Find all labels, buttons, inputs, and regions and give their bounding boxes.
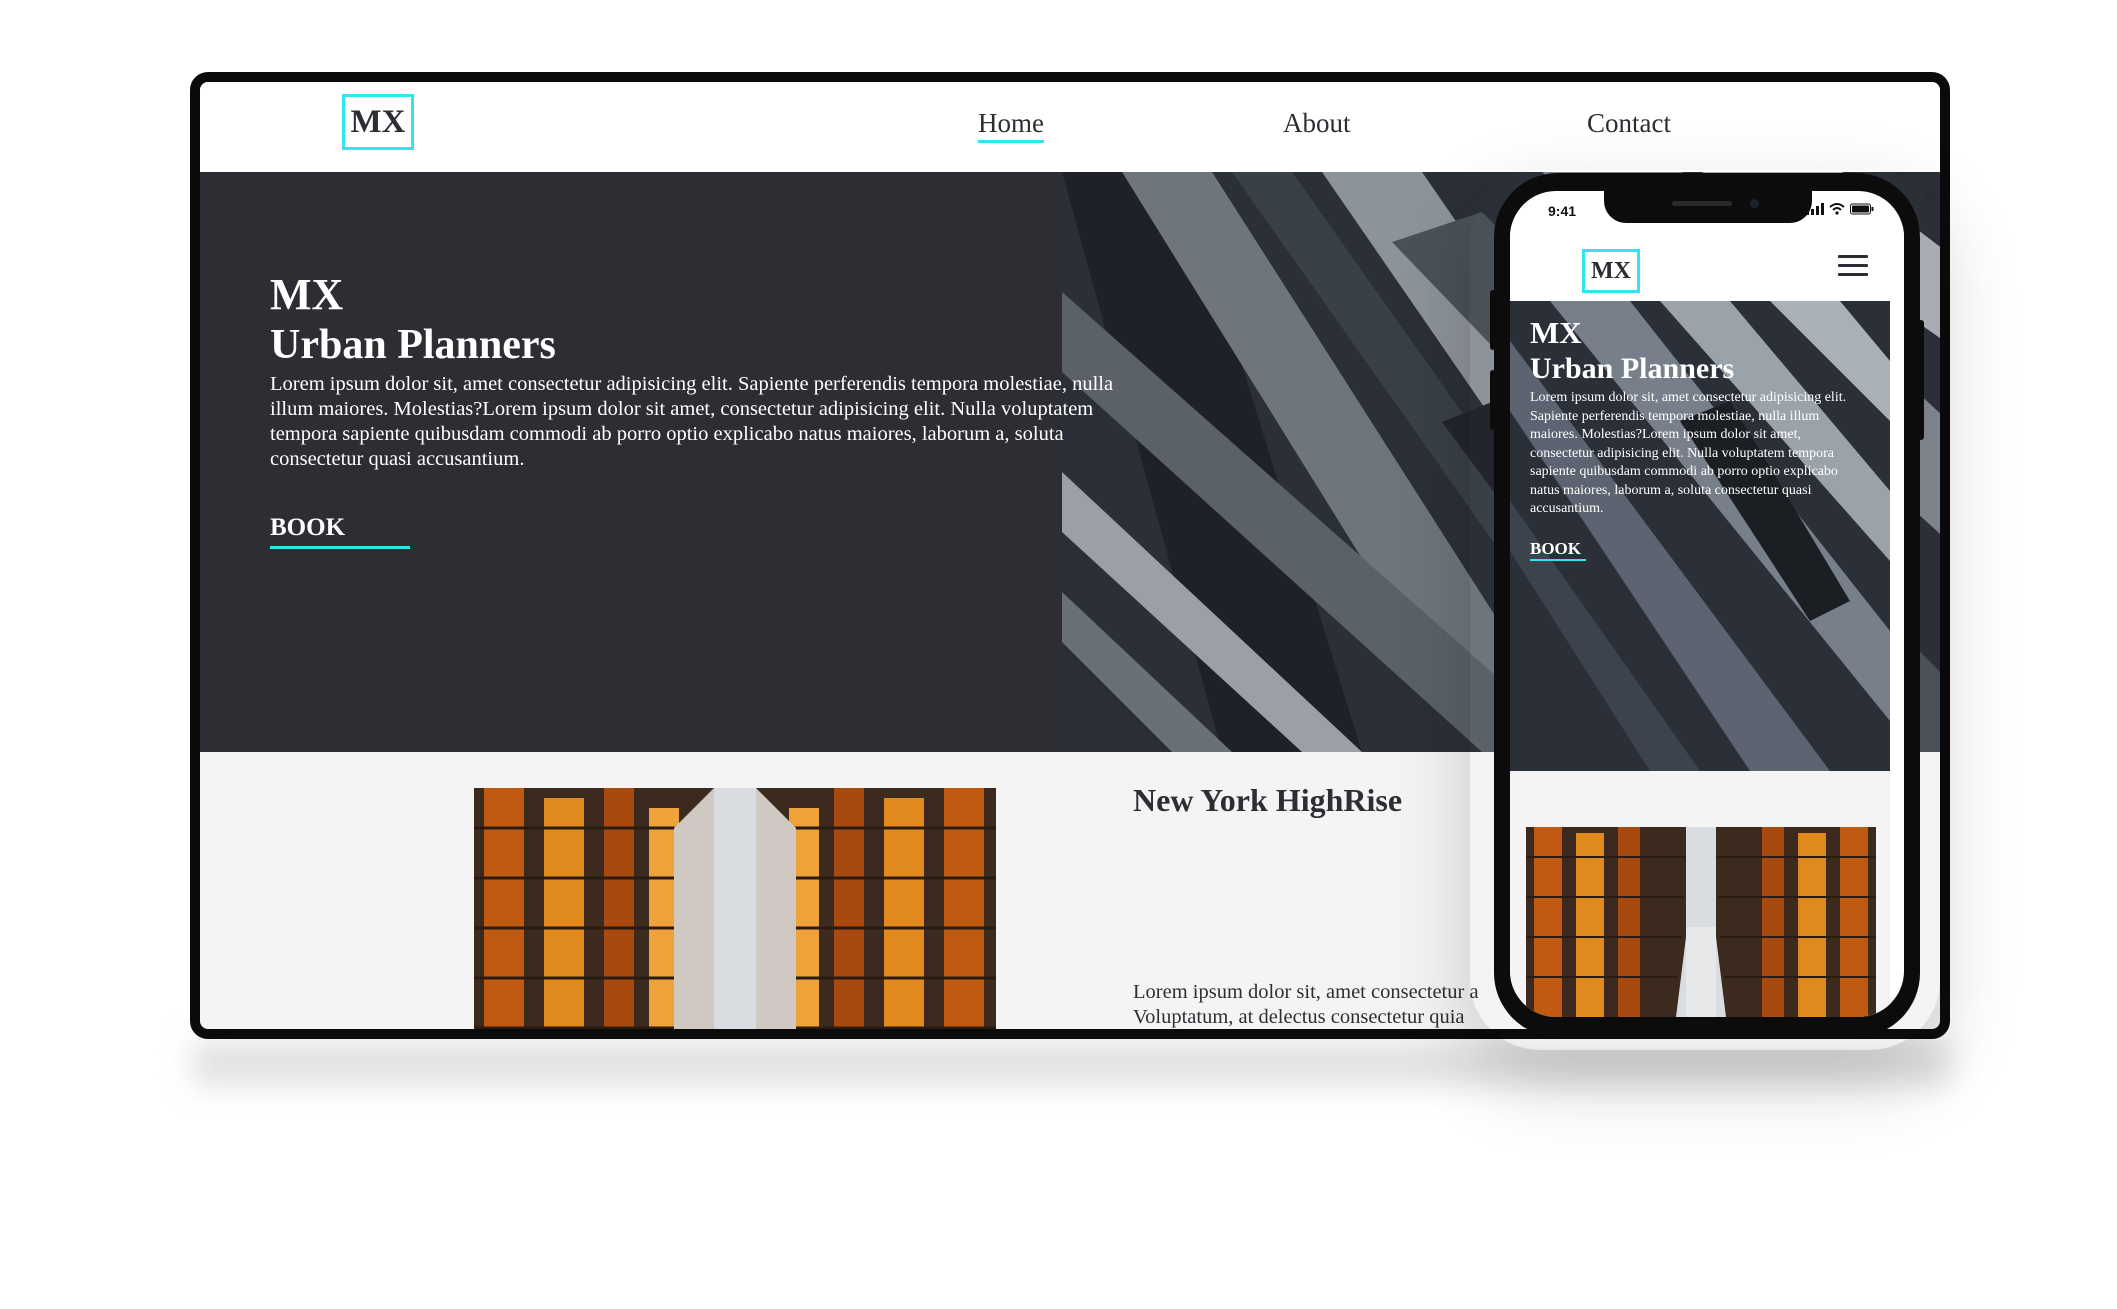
hero-paragraph: Lorem ipsum dolor sit, amet consectetur …	[270, 372, 1190, 472]
hero-title: Urban Planners	[270, 322, 556, 368]
phone-screen: MX 9:41 MX Urban Planners Lorem ipsum do…	[1510, 191, 1904, 1017]
phone-hero-paragraph-line: accusantium.	[1530, 501, 1604, 516]
speaker-icon	[1672, 201, 1732, 206]
phone-hero-paragraph-line: Lorem ipsum dolor sit, amet consectetur …	[1530, 390, 1847, 405]
phone-book-button[interactable]: BOOK	[1530, 539, 1586, 561]
phone-notch	[1604, 191, 1812, 223]
nav-home-link[interactable]: Home	[978, 108, 1044, 143]
status-time: 9:41	[1548, 203, 1577, 219]
hero-paragraph-line: illum maiores. Molestias?Lorem ipsum dol…	[270, 398, 1094, 420]
phone-hero-brand: MX	[1530, 315, 1582, 350]
phone-hero-paragraph-line: Sapiente perferendis tempora molestiae, …	[1530, 408, 1820, 424]
card-text-line: Lorem ipsum dolor sit, amet consectetur …	[1133, 981, 1479, 1003]
phone-hero-paragraph-line: natus maiores, laborum a, soluta consect…	[1530, 482, 1812, 498]
hamburger-icon[interactable]	[1838, 255, 1868, 281]
phone-hero-paragraph-line: sapiente quibusdam commodi ab porro opti…	[1530, 464, 1838, 479]
wifi-icon	[1829, 203, 1845, 215]
card-text-line: Voluptatum, at delectus consectetur quia	[1133, 1006, 1465, 1028]
phone-hero-text: MX Urban Planners Lorem ipsum dolor sit,…	[1530, 315, 1890, 519]
book-button[interactable]: BOOK	[270, 514, 410, 549]
nav-about-link[interactable]: About	[1283, 108, 1351, 139]
status-icons	[1806, 203, 1874, 215]
desktop-logo[interactable]: MX	[342, 94, 414, 150]
phone-navbar: MX	[1510, 225, 1904, 301]
highrise-image	[474, 788, 996, 1029]
battery-icon	[1850, 203, 1874, 215]
hero-brand: MX	[270, 270, 344, 319]
phone-lower-section	[1510, 771, 1890, 1017]
card-title: New York HighRise	[1133, 782, 1403, 818]
hero-paragraph-line: consectetur quasi accusantium.	[270, 448, 525, 470]
desktop-navbar: MX Home About Contact	[200, 82, 1940, 172]
hero-paragraph-line: Lorem ipsum dolor sit, amet consectetur …	[270, 373, 1114, 395]
camera-icon	[1750, 199, 1759, 208]
hero-paragraph-line: tempora sapiente quibusdam commodi ab po…	[270, 423, 1064, 445]
phone-hero-paragraph-line: consectetur adipisicing elit. Nulla volu…	[1530, 445, 1835, 461]
phone-hero: MX Urban Planners Lorem ipsum dolor sit,…	[1510, 301, 1890, 771]
highrise-illustration	[474, 788, 996, 1029]
phone-highrise-illustration	[1526, 827, 1876, 1017]
phone-hero-paragraph-line: maiores. Molestias?Lorem ipsum dolor sit…	[1530, 427, 1802, 442]
signal-icon	[1806, 203, 1824, 215]
phone-hero-paragraph: Lorem ipsum dolor sit, amet consectetur …	[1530, 389, 1890, 519]
phone-highrise-image	[1526, 827, 1876, 1017]
phone-hero-title: Urban Planners	[1530, 352, 1735, 385]
card-text: Lorem ipsum dolor sit, amet consectetur …	[1133, 980, 1523, 1029]
desktop-hero-text: MX Urban Planners Lorem ipsum dolor sit,…	[270, 270, 1190, 472]
nav-contact-link[interactable]: Contact	[1587, 108, 1671, 139]
phone-mockup: MX 9:41 MX Urban Planners Lorem ipsum do…	[1494, 173, 1920, 1037]
phone-logo[interactable]: MX	[1582, 249, 1640, 293]
